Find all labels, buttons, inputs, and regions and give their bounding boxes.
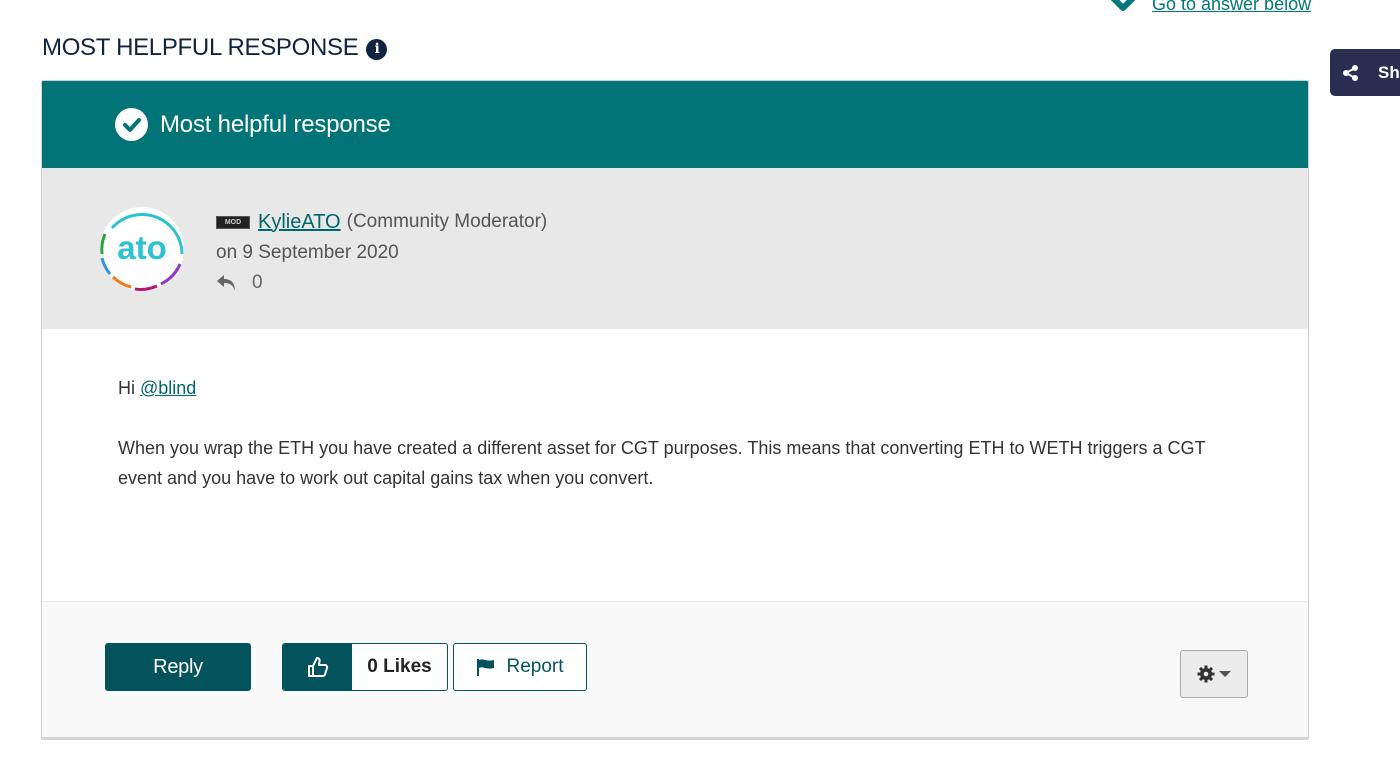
mention-link[interactable]: @blind	[140, 378, 196, 398]
section-heading: MOST HELPFUL RESPONSE i	[42, 34, 388, 62]
author-name-link[interactable]: KylieATO	[258, 211, 341, 234]
author-info: MOD KylieATO (Community Moderator) on 9 …	[216, 208, 547, 294]
go-to-answer-label: Go to answer below	[1152, 0, 1312, 14]
author-role: (Community Moderator)	[346, 211, 548, 232]
post-actions: Reply 0 Likes Report	[42, 602, 1308, 737]
post-options-menu[interactable]	[1180, 650, 1248, 698]
post-body: Hi @blind When you wrap the ETH you have…	[42, 329, 1308, 602]
post-text: When you wrap the ETH you have created a…	[118, 438, 1206, 488]
share-label: Sh	[1378, 62, 1400, 82]
info-icon[interactable]: i	[366, 38, 388, 60]
post-date: on 9 September 2020	[216, 242, 399, 263]
most-helpful-banner: Most helpful response	[42, 81, 1308, 168]
chevron-down-icon	[1219, 671, 1231, 677]
greeting-line: Hi @blind	[118, 373, 1228, 403]
like-group: 0 Likes	[282, 643, 448, 691]
banner-label: Most helpful response	[160, 110, 391, 138]
author-block: ato MOD KylieATO (Community Moderator) o…	[42, 168, 1308, 329]
gear-icon	[1197, 665, 1215, 683]
flag-icon	[477, 659, 495, 676]
like-button[interactable]	[283, 644, 352, 690]
svg-text:ato: ato	[117, 229, 167, 266]
moderator-badge: MOD	[216, 215, 250, 229]
greeting: Hi	[118, 378, 140, 398]
section-title: MOST HELPFUL RESPONSE	[42, 34, 359, 61]
share-button[interactable]: Sh	[1330, 49, 1400, 96]
thumbs-up-icon	[307, 657, 328, 677]
report-button[interactable]: Report	[453, 643, 587, 691]
share-icon	[1343, 64, 1358, 81]
report-label: Report	[506, 656, 564, 677]
likes-count[interactable]: 0 Likes	[352, 644, 447, 690]
reply-arrow-icon	[217, 275, 235, 291]
reply-button[interactable]: Reply	[105, 643, 251, 691]
reply-count-value: 0	[252, 272, 263, 293]
accepted-solution-card: Most helpful response ato MOD KylieATO (…	[41, 80, 1309, 740]
reply-count: 0	[216, 272, 547, 294]
arrow-down-icon	[1111, 0, 1135, 11]
check-circle-icon	[115, 108, 148, 141]
avatar[interactable]: ato	[99, 206, 185, 292]
go-to-answer-link[interactable]: Go to answer below	[1110, 0, 1311, 15]
